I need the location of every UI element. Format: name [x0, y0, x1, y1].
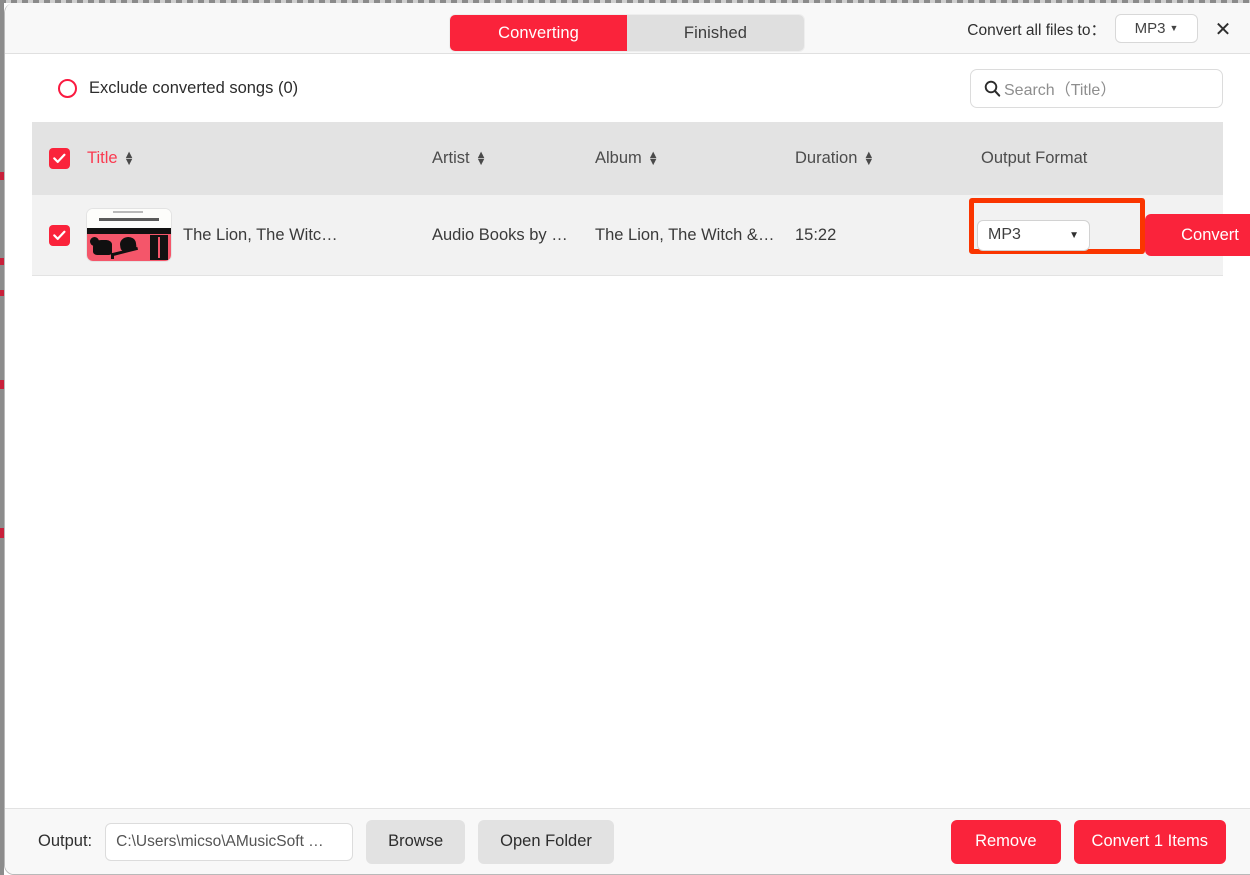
convert-all-group: Convert all files to： MP3 ▼ ✕	[967, 3, 1236, 54]
output-format-select[interactable]: MP3 ▼	[977, 219, 1090, 251]
sort-arrows-icon: ▲ ▼	[123, 148, 135, 168]
mode-tabs: Converting Finished	[450, 15, 804, 51]
select-all-checkbox[interactable]	[49, 148, 70, 169]
column-header-album[interactable]: Album ▲ ▼	[595, 149, 795, 168]
output-path-value: C:\Users\micso\AMusicSoft …	[116, 832, 324, 850]
row-select-cell	[32, 224, 87, 246]
convert-all-format-select[interactable]: MP3 ▼	[1115, 14, 1198, 43]
convert-all-label: Convert all files to：	[967, 21, 1106, 39]
column-header-output-format-cell: Output Format	[945, 149, 1145, 168]
footer-bar: Output: C:\Users\micso\AMusicSoft … Brow…	[5, 808, 1250, 874]
select-all-cell	[32, 148, 87, 169]
column-header-duration-label: Duration	[795, 149, 858, 167]
row-artist-cell: Audio Books by …	[432, 226, 595, 245]
convert-items-button[interactable]: Convert 1 Items	[1073, 819, 1226, 864]
column-header-title-cell: Title ▲ ▼	[87, 149, 432, 168]
row-duration: 15:22	[795, 225, 837, 244]
screen: Converting Finished Convert all files to…	[0, 0, 1250, 875]
row-album-cell: The Lion, The Witch &…	[595, 226, 795, 245]
column-header-title-label: Title	[87, 149, 118, 167]
row-duration-cell: 15:22	[795, 226, 945, 245]
row-title-cell: The Lion, The Witc…	[87, 209, 432, 261]
row-title: The Lion, The Witc…	[183, 225, 338, 244]
output-format-value: MP3	[988, 226, 1021, 243]
row-checkbox[interactable]	[49, 224, 70, 246]
main-content: Exclude converted songs (0) Search（Title…	[5, 54, 1250, 808]
output-label: Output:	[38, 832, 93, 850]
row-convert-button[interactable]: Convert	[1145, 214, 1250, 256]
table-header-row: Title ▲ ▼ Artist ▲ ▼ Album ▲ ▼ Duration …	[32, 122, 1223, 195]
row-actions-cell: Convert ✕	[1145, 214, 1250, 256]
close-glyph: ✕	[1214, 16, 1232, 41]
convert-all-format-value: MP3	[1134, 20, 1166, 37]
exclude-converted-label: Exclude converted songs (0)	[89, 78, 299, 97]
table-row[interactable]: The Lion, The Witc… Audio Books by … The…	[32, 195, 1250, 275]
column-header-artist-cell: Artist ▲ ▼	[432, 149, 595, 168]
column-header-album-label: Album	[595, 149, 642, 167]
filter-row: Exclude converted songs (0) Search（Title…	[32, 54, 1223, 122]
output-path-input[interactable]: C:\Users\micso\AMusicSoft …	[105, 822, 354, 861]
radio-icon	[58, 78, 77, 98]
column-header-duration-cell: Duration ▲ ▼	[795, 149, 945, 168]
converter-window: Converting Finished Convert all files to…	[4, 3, 1250, 875]
row-artist: Audio Books by …	[432, 225, 568, 244]
sort-arrows-icon: ▲ ▼	[475, 148, 487, 168]
row-output-format-cell: MP3 ▼	[945, 197, 1145, 254]
exclude-converted-toggle[interactable]: Exclude converted songs (0)	[32, 78, 299, 98]
tab-converting[interactable]: Converting	[450, 15, 627, 51]
column-header-output-format-label: Output Format	[981, 149, 1088, 167]
sort-arrows-icon: ▲ ▼	[647, 148, 659, 168]
column-header-album-cell: Album ▲ ▼	[595, 149, 795, 168]
column-header-artist[interactable]: Artist ▲ ▼	[432, 149, 595, 168]
column-header-duration[interactable]: Duration ▲ ▼	[795, 149, 945, 168]
open-folder-button[interactable]: Open Folder	[478, 819, 614, 864]
search-input[interactable]: Search（Title）	[970, 68, 1223, 108]
tab-finished[interactable]: Finished	[627, 15, 804, 51]
column-header-output-format: Output Format	[945, 149, 1145, 168]
sort-arrows-icon: ▲ ▼	[863, 148, 875, 168]
chevron-down-icon: ▼	[1169, 23, 1179, 33]
tab-finished-label: Finished	[683, 23, 748, 42]
output-format-wrapper: MP3 ▼	[945, 197, 1145, 254]
column-header-artist-label: Artist	[432, 149, 470, 167]
album-art	[87, 209, 171, 261]
remove-button[interactable]: Remove	[951, 819, 1061, 864]
window-header: Converting Finished Convert all files to…	[5, 3, 1250, 54]
songs-table: Title ▲ ▼ Artist ▲ ▼ Album ▲ ▼ Duration …	[32, 122, 1250, 276]
browse-button[interactable]: Browse	[366, 819, 466, 864]
close-icon[interactable]: ✕	[1210, 16, 1236, 42]
tab-converting-label: Converting	[498, 23, 579, 42]
search-icon	[983, 79, 1002, 98]
chevron-down-icon: ▼	[1069, 229, 1079, 241]
row-album: The Lion, The Witch &…	[595, 225, 775, 244]
column-header-title[interactable]: Title ▲ ▼	[87, 149, 134, 168]
search-placeholder: Search（Title）	[1004, 82, 1117, 99]
